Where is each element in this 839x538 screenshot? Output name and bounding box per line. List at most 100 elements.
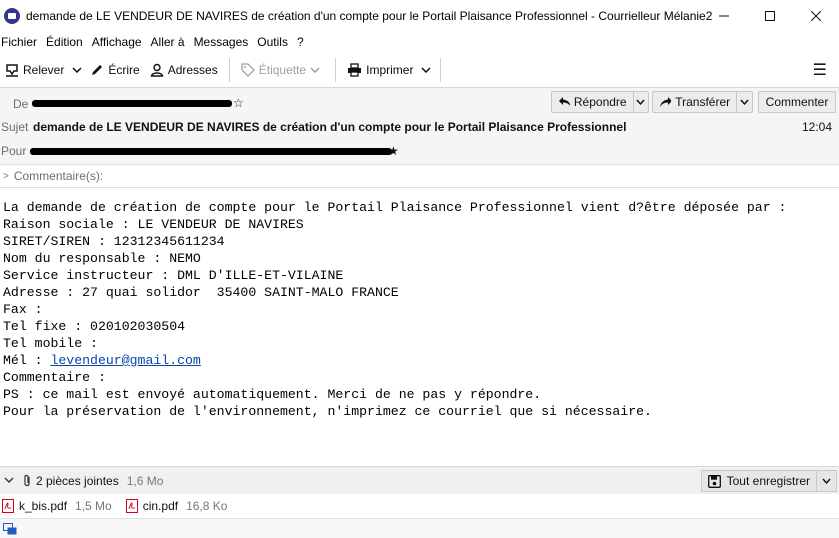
- comment-button[interactable]: Commenter: [758, 91, 836, 113]
- chevron-down-icon: [822, 478, 831, 484]
- body-line: PS : ce mail est envoyé automatiquement.…: [3, 387, 542, 402]
- chevron-right-icon: >: [3, 170, 9, 182]
- hamburger-menu-icon[interactable]: ☰: [813, 60, 827, 80]
- download-icon: [6, 63, 18, 77]
- redacted-sender: [32, 100, 232, 107]
- body-line: La demande de création de compte pour le…: [3, 200, 787, 215]
- forward-icon: [660, 97, 672, 107]
- message-subject: demande de LE VENDEUR DE NAVIRES de créa…: [33, 120, 627, 134]
- addresses-button[interactable]: Adresses: [145, 57, 223, 83]
- address-book-icon: [150, 63, 163, 77]
- attachment-name: k_bis.pdf: [19, 499, 68, 513]
- message-time: 12:04: [801, 120, 832, 134]
- body-line: Service instructeur : DML D'ILLE-ET-VILA…: [3, 268, 344, 283]
- write-button[interactable]: Écrire: [85, 57, 144, 83]
- message-body: La demande de création de compte pour le…: [3, 199, 786, 420]
- email-link[interactable]: levendeur@gmail.com: [50, 353, 200, 368]
- minimize-icon: [719, 15, 729, 17]
- title-bar: demande de LE VENDEUR DE NAVIRES de créa…: [0, 0, 839, 32]
- network-status-icon: [3, 523, 17, 535]
- menu-fichier[interactable]: Fichier: [0, 35, 41, 49]
- maximize-button[interactable]: [747, 0, 793, 32]
- body-line: Tel mobile :: [3, 336, 98, 351]
- forward-button[interactable]: Transférer: [652, 91, 753, 113]
- body-line: Nom du responsable : NEMO: [3, 251, 201, 266]
- tag-icon: [241, 62, 255, 77]
- menu-outils[interactable]: Outils: [256, 35, 292, 49]
- toolbar-separator: [440, 57, 442, 82]
- body-line: Pour la préservation de l'environnement,…: [3, 404, 652, 419]
- comments-row[interactable]: > Commentaire(s):: [0, 164, 839, 188]
- chevron-down-icon: [310, 66, 320, 73]
- pencil-icon: [92, 64, 103, 75]
- print-label: Imprimer: [366, 62, 414, 77]
- from-label: De: [13, 97, 29, 111]
- attachment-list: k_bis.pdf 1,5 Mo cin.pdf 16,8 Ko: [0, 494, 839, 518]
- chevron-down-icon: [72, 66, 82, 73]
- reply-icon: [559, 97, 570, 106]
- main-toolbar: Relever Écrire Adresses Étiquette Imprim…: [0, 52, 839, 88]
- pdf-file-icon: [2, 499, 14, 513]
- reply-dropdown[interactable]: [632, 92, 648, 112]
- body-line: SIRET/SIREN : 12312345611234: [3, 234, 225, 249]
- reply-button[interactable]: Répondre: [551, 91, 649, 113]
- addresses-label: Adresses: [167, 62, 218, 77]
- attachment-size: 1,5 Mo: [75, 499, 112, 513]
- subject-label: Sujet: [1, 120, 29, 134]
- write-label: Écrire: [108, 62, 140, 77]
- chevron-down-icon[interactable]: [4, 475, 14, 486]
- reply-label: Répondre: [573, 95, 627, 109]
- attachment-item[interactable]: cin.pdf 16,8 Ko: [125, 499, 227, 513]
- email-label: Mél :: [3, 353, 51, 368]
- forward-dropdown[interactable]: [736, 92, 752, 112]
- maximize-icon: [765, 11, 775, 21]
- forward-label: Transférer: [675, 95, 731, 109]
- app-logo-icon: [4, 8, 20, 24]
- save-icon: [707, 474, 721, 488]
- tag-button[interactable]: Étiquette: [236, 57, 329, 83]
- pdf-file-icon: [125, 499, 138, 513]
- paperclip-icon: [24, 474, 30, 486]
- redacted-recipients: [30, 148, 392, 155]
- attachments-total-size: 1,6 Mo: [126, 473, 164, 488]
- body-line: Fax :: [3, 302, 43, 317]
- star-icon[interactable]: ☆: [233, 96, 244, 110]
- body-line: Raison sociale : LE VENDEUR DE NAVIRES: [3, 217, 304, 232]
- body-line: Adresse : 27 quai solidor 35400 SAINT-MA…: [3, 285, 399, 300]
- menu-edition[interactable]: Édition: [45, 35, 87, 49]
- get-messages-button[interactable]: Relever: [0, 57, 69, 83]
- chevron-down-icon: [740, 99, 749, 105]
- to-label: Pour: [1, 144, 27, 158]
- get-messages-dropdown[interactable]: [69, 57, 85, 83]
- menu-help[interactable]: ?: [296, 35, 308, 49]
- attachments-bar: 2 pièces jointes 1,6 Mo Tout enregistrer: [0, 466, 839, 494]
- printer-icon: [348, 62, 362, 77]
- print-button[interactable]: Imprimer: [342, 57, 418, 83]
- get-messages-label: Relever: [23, 62, 65, 77]
- window-controls: [701, 0, 839, 32]
- status-bar: [0, 518, 839, 538]
- body-line: Commentaire :: [3, 370, 106, 385]
- attachment-item[interactable]: k_bis.pdf 1,5 Mo: [2, 499, 112, 513]
- print-dropdown[interactable]: [418, 57, 434, 83]
- body-line: Tel fixe : 020102030504: [3, 319, 186, 334]
- chevron-down-icon: [636, 99, 645, 105]
- close-button[interactable]: [793, 0, 839, 32]
- save-all-label: Tout enregistrer: [726, 474, 810, 488]
- save-all-button[interactable]: Tout enregistrer: [700, 470, 817, 492]
- toolbar-separator: [335, 57, 337, 82]
- menu-affichage[interactable]: Affichage: [91, 35, 146, 49]
- menu-messages[interactable]: Messages: [193, 35, 253, 49]
- attachment-name: cin.pdf: [142, 499, 179, 513]
- minimize-button[interactable]: [701, 0, 747, 32]
- tag-label: Étiquette: [258, 62, 307, 77]
- toolbar-separator: [228, 57, 230, 82]
- menu-bar: Fichier Édition Affichage Aller à Messag…: [0, 32, 839, 52]
- attachments-count[interactable]: 2 pièces jointes: [36, 474, 119, 488]
- menu-aller-a[interactable]: Aller à: [150, 35, 189, 49]
- message-header: De ☆ Répondre Transférer Commenter Sujet…: [0, 88, 839, 164]
- save-all-dropdown[interactable]: [817, 470, 837, 492]
- window-title: demande de LE VENDEUR DE NAVIRES de créa…: [26, 9, 713, 23]
- star-icon[interactable]: ★: [388, 144, 399, 158]
- body-line-email: Mél : levendeur@gmail.com: [3, 352, 786, 369]
